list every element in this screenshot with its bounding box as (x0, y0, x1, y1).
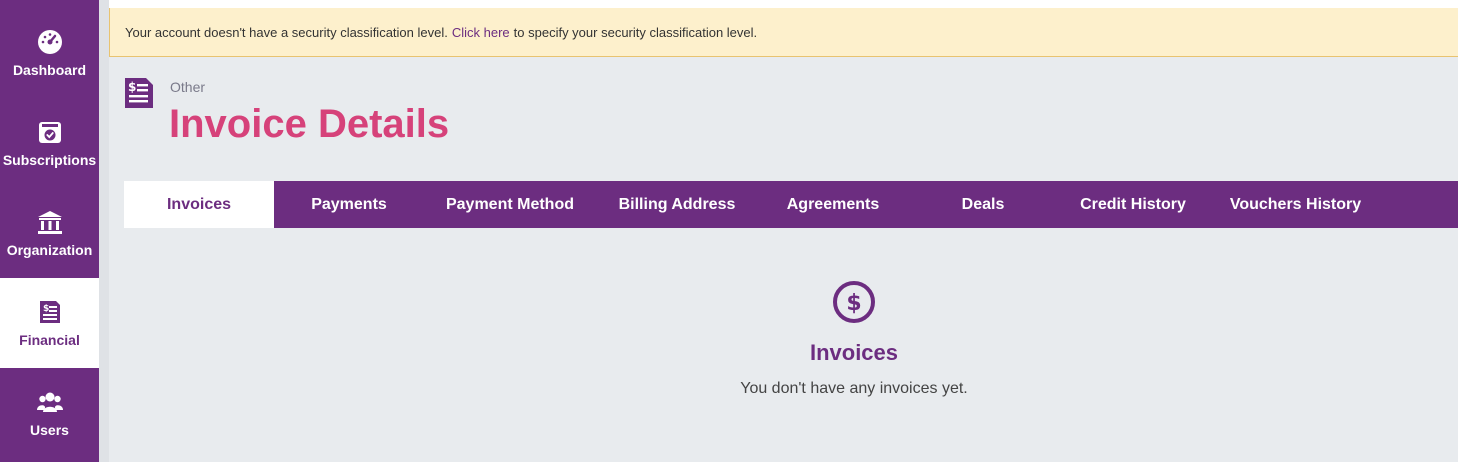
banner-text: Your account doesn't have a security cla… (125, 24, 448, 40)
sidebar-item-label: Dashboard (12, 62, 87, 78)
svg-text:$: $ (128, 80, 136, 94)
tab-agreements[interactable]: Agreements (758, 181, 908, 228)
svg-text:$: $ (846, 291, 861, 316)
tab-invoices[interactable]: Invoices (124, 181, 274, 228)
sidebar-item-subscriptions[interactable]: Subscriptions (0, 98, 99, 188)
financial-invoice-icon: $ (36, 298, 64, 326)
tab-credit-history[interactable]: Credit History (1058, 181, 1208, 228)
svg-text:$: $ (43, 304, 49, 314)
tab-payments[interactable]: Payments (274, 181, 424, 228)
page-title: Invoice Details (169, 102, 450, 146)
breadcrumb: Other (170, 79, 206, 95)
top-strip (0, 0, 1458, 8)
invoice-icon: $ (122, 76, 156, 110)
sidebar-item-label: Subscriptions (2, 152, 97, 168)
banner-link[interactable]: Click here (452, 25, 510, 40)
banner-text-after: to specify your security classification … (513, 24, 758, 40)
sidebar-item-dashboard[interactable]: Dashboard (0, 8, 99, 98)
dashboard-gauge-icon (36, 28, 64, 56)
sidebar-item-label: Organization (6, 242, 93, 258)
tab-billing-address[interactable]: Billing Address (596, 181, 758, 228)
tab-deals[interactable]: Deals (908, 181, 1058, 228)
empty-state-message: You don't have any invoices yet. (740, 380, 968, 397)
organization-building-icon (36, 208, 64, 236)
subscriptions-check-icon (36, 118, 64, 146)
tab-payment-method[interactable]: Payment Method (424, 181, 596, 228)
sidebar-item-organization[interactable]: Organization (0, 188, 99, 278)
sidebar-item-label: Users (30, 422, 69, 438)
dollar-circle-icon: $ (832, 280, 876, 324)
tab-vouchers-history[interactable]: Vouchers History (1208, 181, 1383, 228)
security-warning-banner: Your account doesn't have a security cla… (109, 8, 1458, 57)
empty-state-title: Invoices (809, 340, 899, 365)
tab-bar: Invoices Payments Payment Method Billing… (124, 181, 1458, 228)
app-root: Dashboard Subscriptions Organization $ F… (0, 0, 1458, 462)
